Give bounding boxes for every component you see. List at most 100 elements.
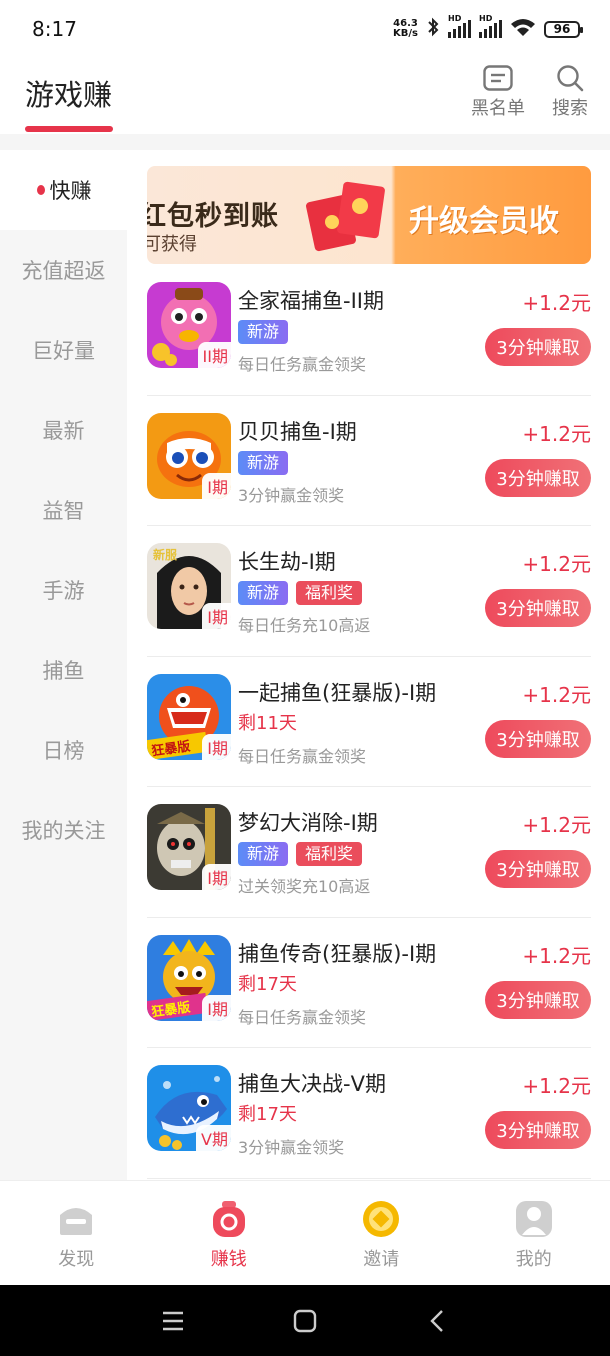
nav-invite[interactable]: 邀请 <box>305 1181 458 1285</box>
category-sidebar: 快赚 充值超返 巨好量 最新 益智 手游 捕鱼 日榜 我的关注 <box>0 150 127 1180</box>
status-icons: 46.3 KB/s HD HD 96 <box>393 14 583 42</box>
sidebar-item-my-follows[interactable]: 我的关注 <box>0 790 127 870</box>
sidebar-item-mobile-games[interactable]: 手游 <box>0 550 127 630</box>
game-tags: 剩11天 <box>238 711 297 737</box>
days-remaining: 剩17天 <box>238 973 297 995</box>
sidebar-item-puzzle[interactable]: 益智 <box>0 470 127 550</box>
earn-button[interactable]: 3分钟赚取 <box>485 458 591 497</box>
search-label: 搜索 <box>552 98 588 119</box>
game-tags: 剩17天 <box>238 1102 297 1128</box>
sidebar-item-recharge-rebate[interactable]: 充值超返 <box>0 230 127 310</box>
menu-icon[interactable] <box>159 1307 187 1335</box>
game-desc: 每日任务赢金领奖 <box>238 355 367 374</box>
signal-icon: HD <box>448 14 471 38</box>
sidebar-item-newest[interactable]: 最新 <box>0 390 127 470</box>
game-desc: 3分钟赢金领奖 <box>238 1138 345 1157</box>
game-row[interactable]: 狂暴版 I期 捕鱼传奇(狂暴版)-I期 剩17天 每日任务赢金领奖 +1.2元 … <box>147 918 591 1048</box>
game-icon-chuanqi: 狂暴版 I期 <box>147 934 231 1021</box>
game-icon-quanjiafu: II期 <box>147 282 231 368</box>
sidebar-item-quick-earn[interactable]: 快赚 <box>0 150 127 230</box>
tag-new-game: 新游 <box>238 320 289 344</box>
battery-icon: 96 <box>544 20 583 38</box>
tag-new-game: 新游 <box>238 581 289 605</box>
game-row[interactable]: I期 贝贝捕鱼-I期 新游 3分钟赢金领奖 +1.2元 3分钟赚取 <box>147 396 591 526</box>
promo-banner[interactable]: 红包秒到账 可获得 升级会员收 <box>147 166 591 264</box>
earn-button[interactable]: 3分钟赚取 <box>485 850 591 888</box>
search-icon <box>555 64 585 92</box>
game-list: II期 全家福捕鱼-II期 新游 每日任务赢金领奖 +1.2元 3分钟赚取 I期… <box>147 265 591 1179</box>
game-tags: 剩17天 <box>238 972 297 998</box>
game-icon-menghuan: I期 <box>147 804 231 890</box>
status-time: 8:17 <box>32 17 77 41</box>
game-row[interactable]: II期 全家福捕鱼-II期 新游 每日任务赢金领奖 +1.2元 3分钟赚取 <box>147 265 591 396</box>
game-row[interactable]: 狂暴版 I期 一起捕鱼(狂暴版)-I期 剩11天 每日任务赢金领奖 +1.2元 … <box>147 657 591 787</box>
blacklist-button[interactable]: 黑名单 <box>471 64 525 120</box>
tag-welfare: 福利奖 <box>296 581 363 605</box>
earn-button[interactable]: 3分钟赚取 <box>485 328 591 366</box>
game-name: 捕鱼大决战-V期 <box>238 1072 386 1096</box>
sidebar-item-high-volume[interactable]: 巨好量 <box>0 310 127 390</box>
search-button[interactable]: 搜索 <box>552 64 588 120</box>
header-divider <box>0 134 610 150</box>
sidebar-item-daily-rank[interactable]: 日榜 <box>0 710 127 790</box>
bluetooth-icon <box>426 17 440 42</box>
period-badge: I期 <box>202 472 231 499</box>
back-icon[interactable] <box>423 1307 451 1335</box>
discover-icon <box>56 1199 96 1239</box>
game-name: 贝贝捕鱼-I期 <box>238 419 357 444</box>
game-desc: 每日任务充10高返 <box>238 616 371 635</box>
red-envelope-icon <box>302 176 392 256</box>
reward-amount: +1.2元 <box>522 421 591 446</box>
home-icon[interactable] <box>291 1307 319 1335</box>
game-desc: 每日任务赢金领奖 <box>238 746 367 766</box>
reward-amount: +1.2元 <box>522 682 591 707</box>
nav-discover-label: 发现 <box>58 1249 95 1270</box>
game-desc: 3分钟赢金领奖 <box>238 485 345 505</box>
nav-profile-label: 我的 <box>515 1249 552 1270</box>
reward-amount: +1.2元 <box>522 813 591 837</box>
game-name: 梦幻大消除-I期 <box>238 811 378 835</box>
period-badge: I期 <box>202 603 231 629</box>
game-name: 长生劫-I期 <box>238 550 336 574</box>
earn-button[interactable]: 3分钟赚取 <box>485 719 591 758</box>
coin-icon <box>361 1199 401 1239</box>
earn-button[interactable]: 3分钟赚取 <box>485 1111 591 1149</box>
nav-discover[interactable]: 发现 <box>0 1181 153 1285</box>
game-name: 全家福捕鱼-II期 <box>238 289 384 313</box>
game-tags: 新游 福利奖 <box>238 841 363 867</box>
game-row[interactable]: V期 捕鱼大决战-V期 剩17天 3分钟赢金领奖 +1.2元 3分钟赚取 <box>147 1048 591 1179</box>
game-tags: 新游 福利奖 <box>238 580 363 606</box>
new-server-label: 新服 <box>153 547 178 562</box>
game-row[interactable]: 新服 I期 长生劫-I期 新游 福利奖 每日任务充10高返 +1.2元 3分钟赚… <box>147 526 591 657</box>
list-icon <box>483 64 513 92</box>
nav-earn[interactable]: 赚钱 <box>153 1181 306 1285</box>
header: 游戏赚 黑名单 搜索 <box>0 58 610 136</box>
sidebar-item-fishing[interactable]: 捕鱼 <box>0 630 127 710</box>
game-name: 捕鱼传奇(狂暴版)-I期 <box>238 941 437 966</box>
game-icon-juezhan: V期 <box>147 1065 231 1151</box>
days-remaining: 剩11天 <box>238 712 297 734</box>
period-badge: V期 <box>196 1125 231 1151</box>
earn-button[interactable]: 3分钟赚取 <box>485 980 591 1019</box>
profile-icon <box>514 1199 554 1239</box>
reward-amount: +1.2元 <box>522 552 591 576</box>
tag-new-game: 新游 <box>238 450 289 475</box>
wifi-icon <box>510 17 536 42</box>
game-icon-beibei: I期 <box>147 412 231 499</box>
page-title: 游戏赚 <box>25 78 113 112</box>
bottom-nav: 发现 赚钱 邀请 我的 <box>0 1180 610 1285</box>
tag-welfare: 福利奖 <box>296 842 363 866</box>
game-icon-yiqi: 狂暴版 I期 <box>147 673 231 760</box>
period-badge: I期 <box>202 994 231 1021</box>
banner-right-text: 升级会员收 <box>409 204 559 239</box>
period-badge: I期 <box>202 733 231 760</box>
reward-amount: +1.2元 <box>522 291 591 315</box>
nav-invite-label: 邀请 <box>363 1249 400 1270</box>
signal-icon-2: HD <box>479 14 502 38</box>
game-desc: 每日任务赢金领奖 <box>238 1007 367 1027</box>
nav-earn-label: 赚钱 <box>210 1249 247 1270</box>
nav-profile[interactable]: 我的 <box>458 1181 610 1285</box>
earn-button[interactable]: 3分钟赚取 <box>485 589 591 627</box>
game-row[interactable]: I期 梦幻大消除-I期 新游 福利奖 过关领奖充10高返 +1.2元 3分钟赚取 <box>147 787 591 918</box>
system-nav-bar <box>0 1285 610 1356</box>
